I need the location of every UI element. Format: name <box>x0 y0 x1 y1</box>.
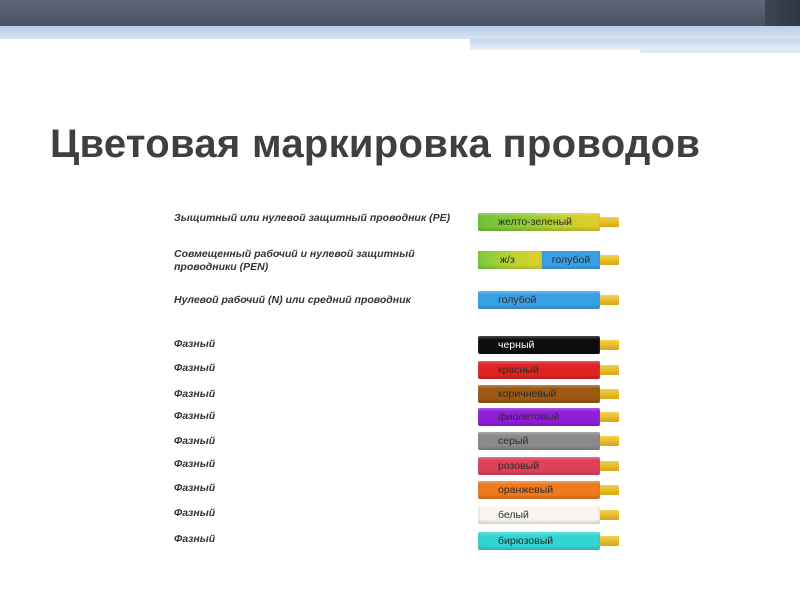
header-bar-dark <box>0 0 800 26</box>
wire-color-label: черный <box>498 339 535 351</box>
header-bar-dark-cap <box>765 0 800 26</box>
conductor-label: Совмещенный рабочий и нулевой защитный п… <box>174 248 415 273</box>
wire-swatch: серый <box>478 432 600 450</box>
conductor-label: Фазный <box>174 458 216 470</box>
wire-swatch: оранжевый <box>478 481 600 499</box>
wire-color-label: голубой <box>551 254 591 266</box>
wire-swatch: ж/з голубой <box>478 251 600 269</box>
wire-swatch: красный <box>478 361 600 379</box>
copper-core-icon <box>600 412 619 422</box>
wire-color-label: бирюзовый <box>498 535 554 547</box>
copper-core-icon <box>600 255 619 265</box>
wire-swatch-blue: голубой <box>542 251 600 269</box>
header-bar-thin <box>640 50 800 53</box>
wire-color-label: белый <box>498 509 529 521</box>
header-bar-blue-cap <box>470 39 800 50</box>
wire-color-label: фиолетовый <box>498 411 560 423</box>
copper-core-icon <box>600 389 619 399</box>
conductor-label: Фазный <box>174 388 216 400</box>
conductor-label: Фазный <box>174 338 216 350</box>
conductor-label: Фазный <box>174 410 216 422</box>
copper-core-icon <box>600 295 619 305</box>
copper-core-icon <box>600 436 619 446</box>
wire-swatch: бирюзовый <box>478 532 600 550</box>
copper-core-icon <box>600 485 619 495</box>
wire-swatch: желто-зеленый <box>478 213 600 231</box>
wire-color-label: розовый <box>498 460 540 472</box>
wire-swatch-green-yellow: ж/з <box>478 251 542 269</box>
wire-color-label: коричневый <box>498 388 557 400</box>
conductor-label: Нулевой рабочий (N) или средний проводни… <box>174 294 411 306</box>
copper-core-icon <box>600 536 619 546</box>
wire-swatch: голубой <box>478 291 600 309</box>
wire-color-label: красный <box>498 364 539 376</box>
conductor-label: Фазный <box>174 362 216 374</box>
wire-color-label: оранжевый <box>498 484 554 496</box>
copper-core-icon <box>600 217 619 227</box>
header-bar-blue <box>0 26 800 39</box>
wire-swatch: белый <box>478 506 600 524</box>
conductor-label: Фазный <box>174 533 216 545</box>
wire-swatch: розовый <box>478 457 600 475</box>
slide-title: Цветовая маркировка проводов <box>50 122 701 166</box>
wire-color-label: желто-зеленый <box>498 216 573 228</box>
conductor-label: Фазный <box>174 435 216 447</box>
wire-swatch: черный <box>478 336 600 354</box>
copper-core-icon <box>600 365 619 375</box>
wire-swatch: фиолетовый <box>478 408 600 426</box>
wire-swatch: коричневый <box>478 385 600 403</box>
wire-color-label: ж/з <box>500 254 515 266</box>
wire-color-label: серый <box>498 435 529 447</box>
copper-core-icon <box>600 461 619 471</box>
conductor-label: Фазный <box>174 507 216 519</box>
wire-color-label: голубой <box>498 294 537 306</box>
conductor-label: Зыщитный или нулевой защитный проводник … <box>174 212 451 224</box>
copper-core-icon <box>600 510 619 520</box>
copper-core-icon <box>600 340 619 350</box>
conductor-label: Фазный <box>174 482 216 494</box>
